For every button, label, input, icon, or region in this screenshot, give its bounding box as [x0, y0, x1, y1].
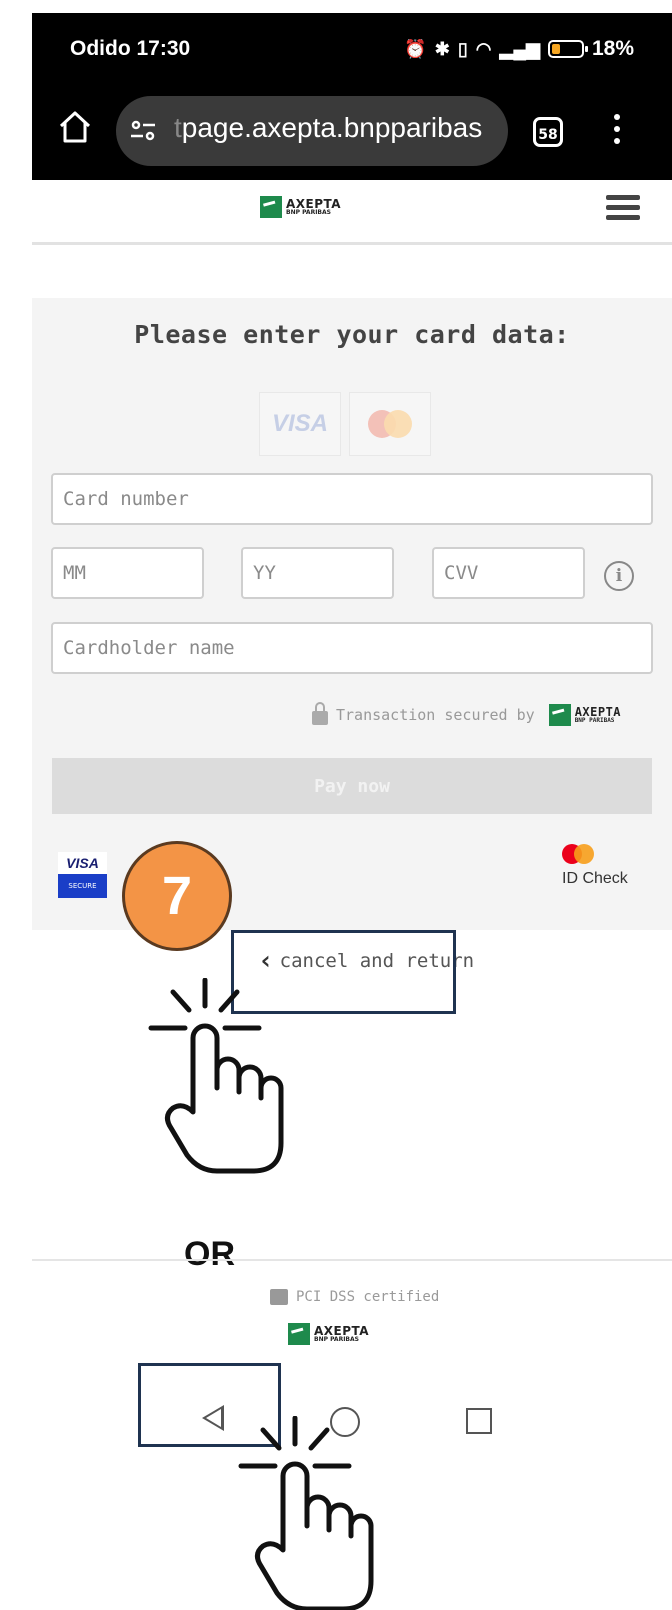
- pci-dss-badge: PCI DSS certified: [270, 1289, 439, 1305]
- month-field[interactable]: [51, 547, 204, 599]
- pay-now-button[interactable]: Pay now: [52, 758, 652, 814]
- card-number-input[interactable]: [53, 475, 651, 523]
- alarm-icon: ⏰: [404, 38, 427, 59]
- browser-toolbar: tpage.axepta.bnpparibas 58: [32, 88, 672, 180]
- id-check-label: ID Check: [562, 870, 628, 887]
- address-bar[interactable]: tpage.axepta.bnpparibas: [116, 96, 508, 166]
- secured-notice: Transaction secured by AXEPTA BNP PARIBA…: [312, 702, 621, 726]
- carrier-time: Odido 17:30: [70, 37, 191, 60]
- mastercard-logo-circle: [384, 410, 412, 438]
- site-settings-icon[interactable]: [130, 120, 156, 142]
- card-number-field[interactable]: [51, 473, 653, 525]
- recents-nav-icon[interactable]: [466, 1408, 492, 1434]
- home-icon[interactable]: [58, 110, 92, 144]
- vibrate-icon: ▯: [457, 38, 468, 59]
- year-input[interactable]: [243, 549, 392, 597]
- phone-screen: Odido 17:30 ⏰ ✱ ▯ ◠ ▂▄▆ 18% tpage.axepta…: [32, 13, 672, 1610]
- cvv-input[interactable]: [434, 549, 583, 597]
- wifi-icon: ◠: [475, 38, 492, 59]
- tab-switcher-button[interactable]: 58: [533, 117, 563, 147]
- bnp-mark-icon: [260, 196, 282, 218]
- browser-menu-icon[interactable]: [612, 114, 622, 150]
- signal-icon: ▂▄▆: [499, 38, 540, 59]
- visa-secure-top: VISA: [58, 852, 107, 874]
- year-field[interactable]: [241, 547, 394, 599]
- secured-text: Transaction secured by: [336, 706, 535, 724]
- axepta-logo: AXEPTA BNP PARIBAS: [260, 196, 341, 218]
- footer-divider: [32, 1259, 672, 1261]
- status-icons: ⏰ ✱ ▯ ◠ ▂▄▆ 18%: [404, 37, 634, 61]
- visa-logo: VISA: [271, 410, 328, 437]
- cardholder-input[interactable]: [53, 624, 651, 672]
- tap-hand-icon-2: [238, 1416, 374, 1610]
- site-header: AXEPTA BNP PARIBAS: [32, 180, 672, 245]
- url-text: tpage.axepta.bnpparibas: [174, 112, 482, 144]
- or-label: OR: [184, 1235, 235, 1273]
- bnp-mark-icon: [548, 704, 571, 726]
- url-prefix: t: [174, 112, 182, 143]
- battery-icon: [547, 40, 588, 58]
- form-title: Please enter your card data:: [134, 320, 570, 349]
- status-bar: Odido 17:30 ⏰ ✱ ▯ ◠ ▂▄▆ 18%: [32, 13, 672, 88]
- footer-logo-sub: BNP PARIBAS: [314, 1336, 359, 1343]
- step-number-badge: 7: [122, 841, 232, 951]
- lock-icon: [312, 702, 328, 725]
- url-domain: page.axepta.bnpparibas: [181, 112, 483, 143]
- mastercard-brand-option[interactable]: [349, 392, 431, 456]
- pci-text: PCI DSS certified: [296, 1289, 440, 1305]
- cvv-info-icon[interactable]: i: [604, 561, 634, 591]
- visa-secure-bottom: SECURE: [58, 874, 107, 898]
- battery-percent: 18%: [591, 37, 634, 60]
- visa-secure-badge: VISA SECURE: [58, 852, 107, 900]
- logo-sub: BNP PARIBAS: [286, 209, 331, 216]
- card-form: Please enter your card data: VISA i Tran…: [32, 298, 672, 930]
- axepta-small-logo: AXEPTA BNP PARIBAS: [548, 704, 621, 726]
- mastercard-id-check-badge: ID Check: [562, 844, 642, 888]
- certificate-icon: [270, 1289, 288, 1305]
- footer-axepta-logo: AXEPTA BNP PARIBAS: [288, 1323, 369, 1345]
- logo-sub-small: BNP PARIBAS: [574, 717, 615, 724]
- visa-brand-option[interactable]: VISA: [259, 392, 341, 456]
- cvv-field[interactable]: [432, 547, 585, 599]
- bluetooth-icon: ✱: [434, 38, 450, 59]
- bnp-mark-icon: [288, 1323, 310, 1345]
- month-input[interactable]: [53, 549, 202, 597]
- cardholder-field[interactable]: [51, 622, 653, 674]
- hamburger-menu-icon[interactable]: [606, 195, 640, 221]
- mastercard-icon: [562, 844, 642, 870]
- tap-hand-icon: [148, 978, 284, 1174]
